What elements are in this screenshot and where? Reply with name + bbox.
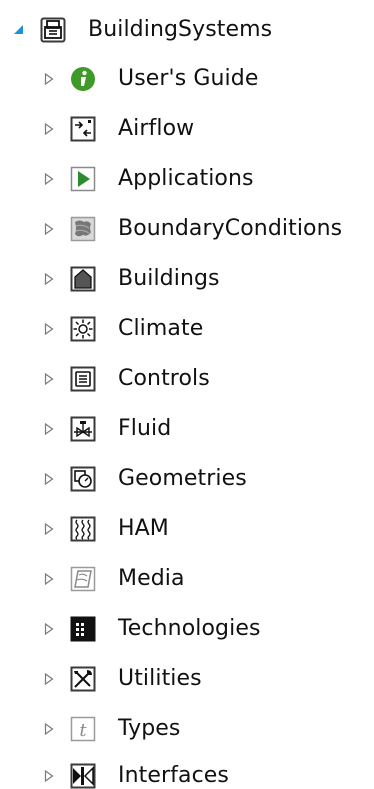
tree-node-label: Utilities — [118, 666, 202, 691]
tree-node-buildings[interactable]: Buildings — [40, 257, 220, 301]
tree-node-airflow[interactable]: Airflow — [40, 107, 194, 151]
collapsed-arrow-icon[interactable] — [40, 670, 58, 688]
tree-node-label: Geometries — [118, 466, 247, 491]
technologies-icon — [70, 616, 96, 642]
tree-node-types[interactable]: t Types — [40, 707, 181, 751]
tree-node-label: Buildings — [118, 266, 220, 291]
collapsed-arrow-icon[interactable] — [40, 720, 58, 738]
collapsed-arrow-icon[interactable] — [40, 470, 58, 488]
geometry-icon — [70, 466, 96, 492]
collapsed-arrow-icon[interactable] — [40, 320, 58, 338]
tree-node-geometries[interactable]: Geometries — [40, 457, 247, 501]
svg-text:t: t — [79, 720, 87, 741]
tree-node-label: Types — [118, 716, 181, 741]
info-icon — [70, 66, 96, 92]
tree-node-technologies[interactable]: Technologies — [40, 607, 261, 651]
collapsed-arrow-icon[interactable] — [40, 270, 58, 288]
ham-icon — [70, 516, 96, 542]
media-icon — [70, 566, 96, 592]
tree-node-label: Interfaces — [118, 763, 229, 788]
tree-node-label: Applications — [118, 166, 254, 191]
tree-node-ham[interactable]: HAM — [40, 507, 169, 551]
tree-node-users-guide[interactable]: User's Guide — [40, 57, 258, 101]
tree-node-buildingsystems[interactable]: BuildingSystems — [10, 8, 272, 52]
tree-node-fluid[interactable]: Fluid — [40, 407, 171, 451]
collapsed-arrow-icon[interactable] — [40, 570, 58, 588]
play-icon — [70, 166, 96, 192]
collapsed-arrow-icon[interactable] — [40, 620, 58, 638]
tree-node-label: Climate — [118, 316, 204, 341]
controls-icon — [70, 366, 96, 392]
sun-icon — [70, 316, 96, 342]
utilities-icon — [70, 666, 96, 692]
tree-node-label: BuildingSystems — [88, 17, 273, 42]
boundary-conditions-icon — [70, 216, 96, 242]
collapsed-arrow-icon[interactable] — [40, 70, 58, 88]
tree-node-label: Controls — [118, 366, 210, 391]
collapsed-arrow-icon[interactable] — [40, 767, 58, 785]
tree-node-label: Airflow — [118, 116, 195, 141]
tree-node-media[interactable]: Media — [40, 557, 185, 601]
collapsed-arrow-icon[interactable] — [40, 420, 58, 438]
tree-node-label: User's Guide — [118, 66, 259, 91]
tree-node-label: Media — [118, 566, 185, 591]
tree-node-label: HAM — [118, 516, 169, 541]
collapsed-arrow-icon[interactable] — [40, 120, 58, 138]
expanded-arrow-icon[interactable] — [10, 21, 28, 39]
tree-node-applications[interactable]: Applications — [40, 157, 254, 201]
tree-node-label: BoundaryConditions — [118, 216, 343, 241]
interfaces-icon — [70, 763, 96, 789]
tree-node-label: Technologies — [118, 616, 261, 641]
tree-node-interfaces[interactable]: Interfaces — [40, 754, 229, 789]
building-icon — [70, 266, 96, 292]
tree-node-controls[interactable]: Controls — [40, 357, 210, 401]
tree-node-label: Fluid — [118, 416, 172, 441]
collapsed-arrow-icon[interactable] — [40, 220, 58, 238]
tree-node-climate[interactable]: Climate — [40, 307, 203, 351]
collapsed-arrow-icon[interactable] — [40, 520, 58, 538]
tree-node-utilities[interactable]: Utilities — [40, 657, 202, 701]
valve-icon — [70, 416, 96, 442]
types-icon: t — [70, 716, 96, 742]
airflow-icon — [70, 116, 96, 142]
package-tree: BuildingSystems User's Guide Airflow App… — [0, 0, 374, 789]
collapsed-arrow-icon[interactable] — [40, 170, 58, 188]
tree-node-boundaryconditions[interactable]: BoundaryConditions — [40, 207, 342, 251]
package-icon — [40, 17, 66, 43]
collapsed-arrow-icon[interactable] — [40, 370, 58, 388]
